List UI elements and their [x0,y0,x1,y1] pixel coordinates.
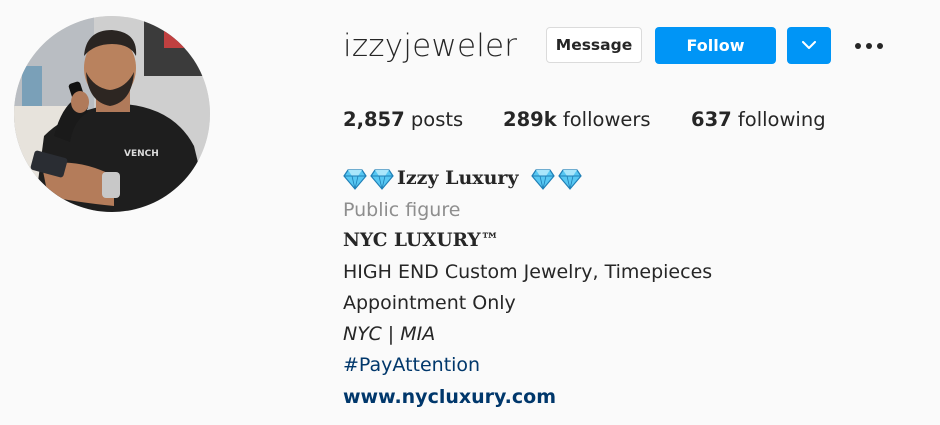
chevron-down-icon [802,41,816,49]
followers-label: followers [562,108,651,131]
bio-hashtag-link[interactable]: #PayAttention [343,351,480,379]
following-count: 637 [691,108,732,131]
followers-stat[interactable]: 289k followers [503,108,651,131]
posts-count: 2,857 [343,108,405,131]
bio-line-services: HIGH END Custom Jewelry, Timepieces [343,261,713,283]
message-button[interactable]: Message [546,27,642,63]
follow-button[interactable]: Follow [655,27,776,64]
bio-category: Public figure [343,199,461,221]
avatar-image: VENCH [14,16,210,212]
following-label: following [737,108,826,131]
bio-full-name-row: Izzy Luxury [343,164,585,192]
gem-stone-icon [557,168,582,190]
bio-line-brand: NYC LUXURY™ [343,230,500,251]
bio-line-appointment: Appointment Only [343,292,516,314]
gem-stone-icon [530,168,555,190]
more-options-icon [855,42,883,49]
bio-full-name: Izzy Luxury [397,167,519,189]
gem-stone-icon [370,168,394,190]
following-stat[interactable]: 637 following [691,108,826,131]
svg-text:VENCH: VENCH [124,149,159,159]
suggested-accounts-dropdown-button[interactable] [787,27,831,64]
gem-stone-icon [343,168,367,190]
posts-stat: 2,857 posts [343,108,463,131]
profile-header: izzyjeweler Message Follow [343,24,903,66]
bio-line-locations: NYC | MIA [343,323,436,345]
more-options-button[interactable] [851,27,887,64]
posts-label: posts [410,108,464,131]
followers-count: 289k [503,108,557,131]
bio-website-link[interactable]: www.nycluxury.com [343,383,556,411]
profile-avatar[interactable]: VENCH [14,16,210,212]
profile-username: izzyjeweler [343,28,518,64]
